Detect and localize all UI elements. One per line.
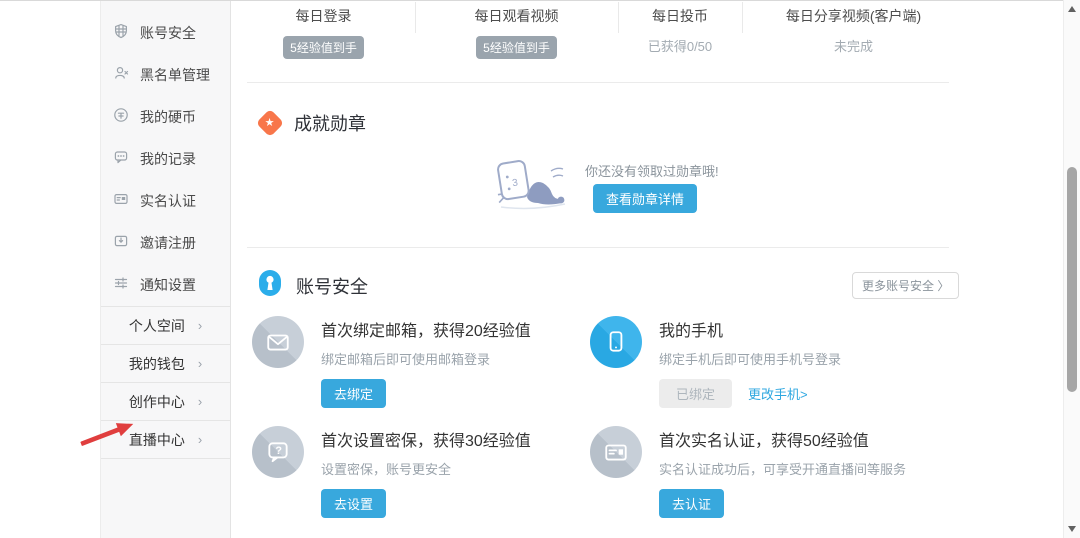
card-real-name-verification: 首次实名认证，获得50经验值 实名认证成功后，可享受开通直播间等服务 去认证 [590,426,928,536]
card-description: 绑定邮箱后即可使用邮箱登录 [321,349,531,368]
sidebar-item-my-coins[interactable]: 我的硬币 [101,96,230,138]
task-column-divider [415,2,416,33]
card-title: 我的手机 [659,317,841,341]
scroll-down-arrow-icon[interactable] [1068,526,1076,532]
task-label: 每日投币 [618,6,742,26]
medals-section-header: ★ 成就勋章 [260,110,366,136]
invite-icon [113,233,129,254]
sidebar-item-label: 通知设置 [140,275,196,295]
shield-icon [113,23,129,44]
go-verify-button[interactable]: 去认证 [659,489,724,518]
task-label: 每日登录 [232,6,415,26]
card-title: 首次绑定邮箱，获得20经验值 [321,317,531,341]
medals-section-title: 成就勋章 [294,110,366,136]
sidebar-group-creation-center[interactable]: 创作中心 › [101,382,230,420]
id-card-icon [590,426,642,478]
coin-icon [113,107,129,128]
sidebar-item-account-security[interactable]: 账号安全 [101,12,230,54]
security-section-title: 账号安全 [296,273,368,299]
go-set-security-question-button[interactable]: 去设置 [321,489,386,518]
phone-bound-button: 已绑定 [659,379,732,408]
sliders-icon [113,275,129,296]
exp-earned-badge: 5经验值到手 [283,36,364,59]
task-column-divider [742,2,743,33]
card-title: 首次设置密保，获得30经验值 [321,427,531,451]
phone-icon [590,316,642,368]
scroll-up-arrow-icon[interactable] [1068,6,1076,12]
nav-group-label: 直播中心 [129,430,185,450]
chevron-right-icon: › [198,432,202,447]
keyhole-badge-icon [258,269,282,302]
daily-task-share-video: 每日分享视频(客户端) 未完成 [742,0,965,59]
sidebar-item-label: 邀请注册 [140,233,196,253]
vertical-scrollbar[interactable] [1063,0,1080,538]
sidebar-group-personal-space[interactable]: 个人空间 › [101,306,230,344]
daily-task-coin: 每日投币 已获得0/50 [618,0,742,59]
settings-sidebar: 账号安全 黑名单管理 我的硬币 我的记录 [100,1,231,538]
sidebar-item-label: 账号安全 [140,23,196,43]
sidebar-group-my-wallet[interactable]: 我的钱包 › [101,344,230,382]
view-medal-details-button[interactable]: 查看勋章详情 [593,184,697,213]
sidebar-item-blacklist[interactable]: 黑名单管理 [101,54,230,96]
section-divider [247,82,949,83]
task-progress-text: 已获得0/50 [648,39,712,54]
security-section-header: 账号安全 [258,269,368,302]
more-account-security-button[interactable]: 更多账号安全 〉 [852,272,959,299]
section-divider [247,247,949,248]
chevron-right-icon: › [198,394,202,409]
card-description: 绑定手机后即可使用手机号登录 [659,349,841,368]
nav-group-label: 创作中心 [129,392,185,412]
sidebar-item-real-name-verify[interactable]: 实名认证 [101,180,230,222]
sidebar-item-invite-register[interactable]: 邀请注册 [101,222,230,264]
card-set-security-question: ? 首次设置密保，获得30经验值 设置密保，账号更安全 去设置 [252,426,590,536]
sidebar-item-label: 实名认证 [140,191,196,211]
exp-earned-badge: 5经验值到手 [476,36,557,59]
task-column-divider [618,2,619,33]
nav-group-label: 我的钱包 [129,354,185,374]
chevron-right-icon: › [198,356,202,371]
change-phone-link[interactable]: 更改手机> [748,384,808,403]
question-bubble-icon: ? [252,426,304,478]
id-card-icon [113,191,129,212]
medal-empty-mascot-illustration: 3 [487,150,577,219]
card-title: 首次实名认证，获得50经验值 [659,427,906,451]
task-label: 每日分享视频(客户端) [742,6,965,26]
card-description: 设置密保，账号更安全 [321,459,531,478]
card-description: 实名认证成功后，可享受开通直播间等服务 [659,459,906,478]
task-label: 每日观看视频 [415,6,618,26]
sidebar-item-label: 我的硬币 [140,107,196,127]
chat-icon [113,149,129,170]
envelope-icon [252,316,304,368]
daily-tasks-row: 每日登录 5经验值到手 每日观看视频 5经验值到手 每日投币 已获得0/50 每… [232,0,965,59]
sidebar-item-notification-settings[interactable]: 通知设置 [101,264,230,306]
person-icon [113,65,129,86]
sidebar-menu: 账号安全 黑名单管理 我的硬币 我的记录 [101,1,230,306]
medal-star-icon: ★ [256,109,284,137]
account-settings-page: 账号安全 黑名单管理 我的硬币 我的记录 [0,0,1080,538]
sidebar-item-label: 黑名单管理 [140,65,210,85]
sidebar-item-label: 我的记录 [140,149,196,169]
medal-empty-text: 你还没有领取过勋章哦! [585,161,719,180]
scrollbar-thumb[interactable] [1067,167,1077,392]
sidebar-item-my-records[interactable]: 我的记录 [101,138,230,180]
nav-group-label: 个人空间 [129,316,185,336]
card-bind-email: 首次绑定邮箱，获得20经验值 绑定邮箱后即可使用邮箱登录 去绑定 [252,316,590,426]
chevron-right-icon: › [198,318,202,333]
daily-task-login: 每日登录 5经验值到手 [232,0,415,59]
daily-task-watch-video: 每日观看视频 5经验值到手 [415,0,618,59]
task-status-text: 未完成 [834,39,873,54]
go-bind-email-button[interactable]: 去绑定 [321,379,386,408]
svg-text:?: ? [275,445,282,457]
card-my-phone: 我的手机 绑定手机后即可使用手机号登录 已绑定 更改手机> [590,316,928,426]
security-cards-grid: 首次绑定邮箱，获得20经验值 绑定邮箱后即可使用邮箱登录 去绑定 我的手机 绑定… [252,316,928,536]
